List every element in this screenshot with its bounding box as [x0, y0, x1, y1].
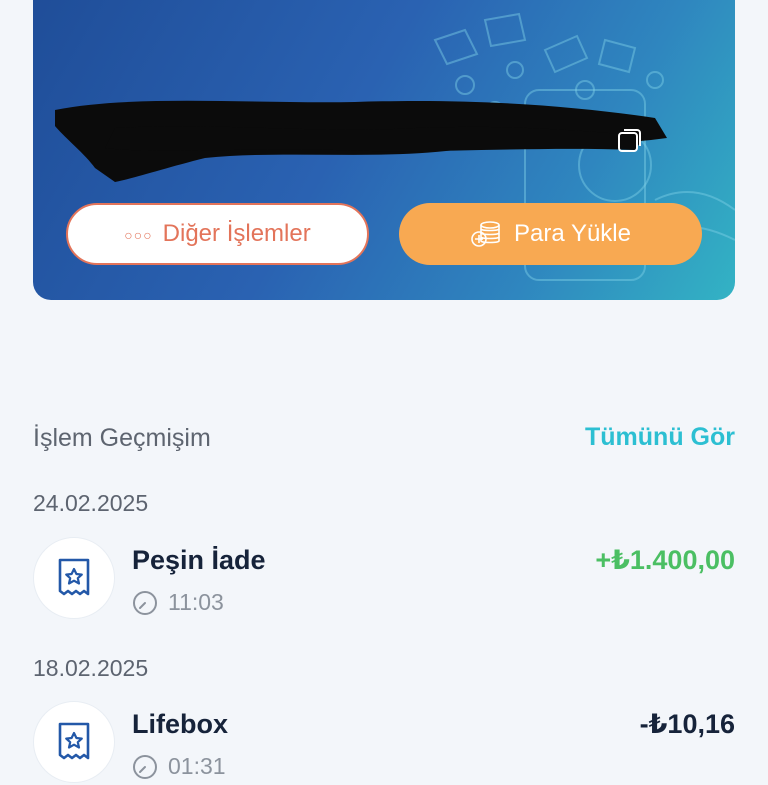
transaction-time: 01:31: [168, 753, 226, 779]
transaction-title: Lifebox: [132, 709, 229, 739]
receipt-star-icon: [58, 722, 90, 760]
transaction-title: Peşin İade: [132, 545, 266, 575]
coins-icon: [471, 221, 500, 247]
see-all-link[interactable]: Tümünü Gör: [585, 423, 735, 452]
transaction-icon: [33, 537, 115, 619]
other-transactions-button[interactable]: ○○○ Diğer İşlemler: [66, 203, 369, 265]
date-header: 24.02.2025: [33, 490, 149, 516]
transaction-row[interactable]: Lifebox 01:31 -₺10,16: [33, 701, 735, 785]
transaction-amount: -₺10,16: [639, 709, 735, 739]
clock-icon: [133, 754, 157, 779]
history-title: İşlem Geçmişim: [33, 424, 211, 452]
transaction-icon: [33, 701, 115, 783]
clock-icon: [133, 590, 157, 615]
transaction-time: 11:03: [168, 589, 224, 615]
date-header: 18.02.2025: [33, 655, 149, 681]
wallet-card: ○○○ Diğer İşlemler Para Yükle: [33, 0, 735, 300]
copy-icon[interactable]: [616, 128, 642, 154]
redacted-balance: [55, 100, 667, 182]
more-dots-icon: ○○○: [124, 227, 153, 243]
transaction-amount: +₺1.400,00: [595, 545, 735, 575]
transaction-row[interactable]: Peşin İade 11:03 +₺1.400,00: [33, 537, 735, 621]
other-transactions-label: Diğer İşlemler: [162, 220, 311, 247]
load-money-button[interactable]: Para Yükle: [399, 203, 702, 265]
load-money-label: Para Yükle: [514, 220, 631, 247]
receipt-star-icon: [58, 558, 90, 596]
